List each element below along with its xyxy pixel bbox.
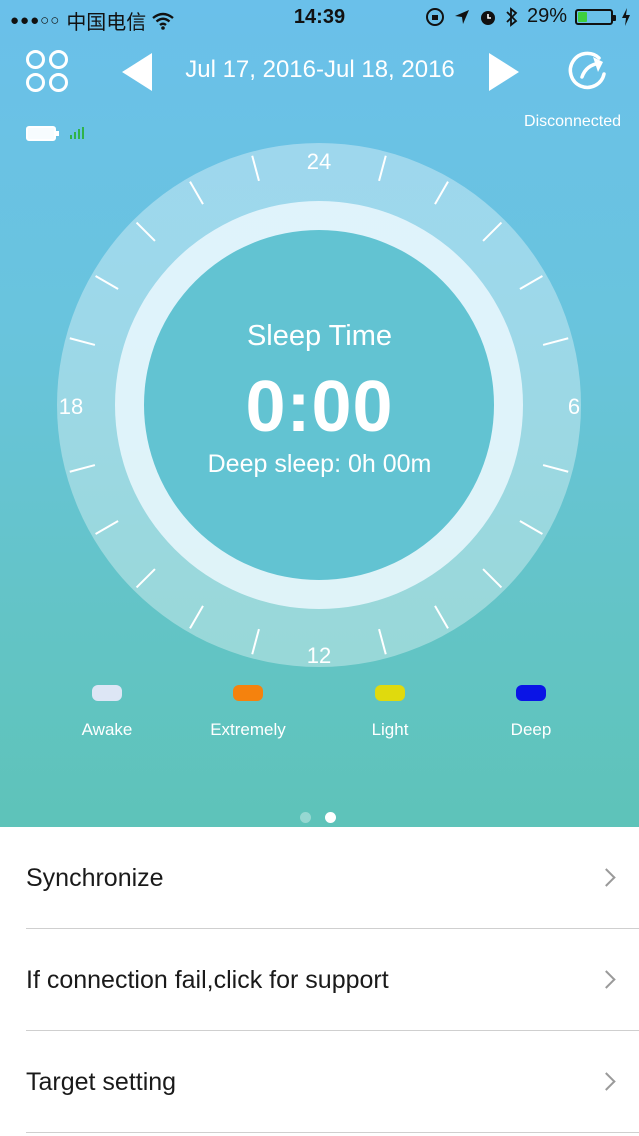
- prev-day-icon[interactable]: [122, 53, 152, 91]
- bluetooth-icon: [506, 6, 518, 27]
- location-icon: [454, 9, 469, 24]
- legend-swatch-light: [375, 685, 405, 701]
- device-signal-icon: [70, 127, 84, 139]
- chevron-right-icon: [597, 1072, 616, 1091]
- share-icon[interactable]: [566, 50, 610, 94]
- menu-grid-icon[interactable]: [26, 50, 68, 92]
- page-dot-2[interactable]: [325, 812, 336, 823]
- device-battery-icon: [26, 126, 59, 141]
- next-day-icon[interactable]: [489, 53, 519, 91]
- battery-percent: 29%: [526, 5, 567, 27]
- settings-menu: Synchronize If connection fail,click for…: [0, 827, 639, 1133]
- legend-item-light: Light: [320, 685, 460, 740]
- target-setting-item[interactable]: Target setting: [0, 1031, 639, 1133]
- legend-item-extremely: Extremely: [178, 685, 318, 740]
- legend-item-deep: Deep: [461, 685, 601, 740]
- page-indicator[interactable]: [300, 812, 336, 823]
- hour-label-bottom: 12: [307, 643, 331, 667]
- legend-swatch-extremely: [233, 685, 263, 701]
- legend-item-awake: Awake: [37, 685, 177, 740]
- divider: [26, 1132, 639, 1133]
- battery-level: [578, 11, 588, 22]
- hour-label-top: 24: [307, 149, 331, 174]
- charging-icon: [622, 7, 630, 26]
- legend-swatch-deep: [516, 685, 546, 701]
- date-range: Jul 17, 2016-Jul 18, 2016: [185, 56, 455, 83]
- sleep-time-value: 0:00: [245, 367, 394, 447]
- sleep-time-title: Sleep Time: [246, 320, 393, 352]
- orientation-lock-icon: [425, 7, 444, 26]
- page-dot-1[interactable]: [300, 812, 311, 823]
- battery-icon: [575, 8, 616, 25]
- legend-swatch-awake: [92, 685, 122, 701]
- sleep-legend: Awake Extremely Light Deep: [0, 685, 639, 745]
- connection-status: Disconnected: [524, 113, 621, 130]
- status-bar: ●●●○○ 中国电信 14:39 29%: [0, 0, 639, 36]
- chevron-right-icon: [597, 868, 616, 887]
- alarm-icon: [480, 10, 495, 25]
- deep-sleep-summary: Deep sleep: 0h 00m: [207, 450, 432, 478]
- hero-panel: ●●●○○ 中国电信 14:39 29% Jul 17, 2016-Jul 18…: [0, 0, 639, 827]
- connection-support-item[interactable]: If connection fail,click for support: [0, 929, 639, 1031]
- chevron-right-icon: [597, 970, 616, 989]
- synchronize-item[interactable]: Synchronize: [0, 827, 639, 929]
